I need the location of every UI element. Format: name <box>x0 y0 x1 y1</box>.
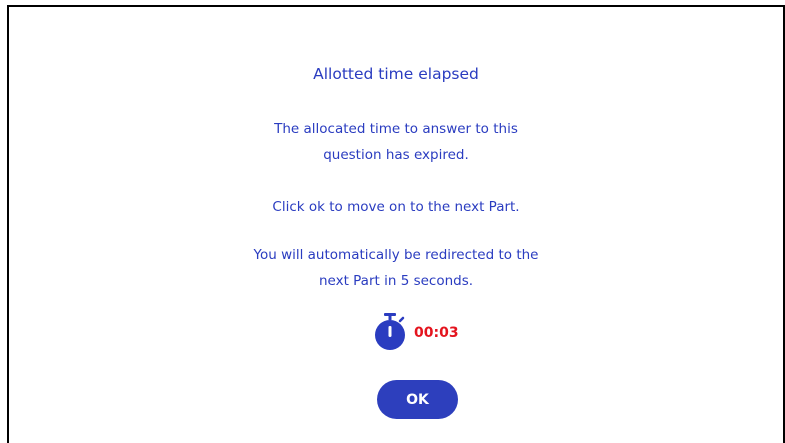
dialog-title: Allotted time elapsed <box>313 65 479 83</box>
expired-message: The allocated time to answer to this que… <box>9 116 783 168</box>
dialog-frame: Allotted time elapsed The allocated time… <box>7 5 785 443</box>
redirect-message-line-1: You will automatically be redirected to … <box>253 247 539 263</box>
redirect-message-line-2: next Part in 5 seconds. <box>318 273 474 289</box>
expired-message-line-1: The allocated time to answer to this <box>274 121 518 137</box>
countdown-timer: 00:03 <box>372 312 459 352</box>
ok-button[interactable]: OK <box>377 380 458 419</box>
redirect-message: You will automatically be redirected to … <box>9 242 783 294</box>
remaining-time: 00:03 <box>414 325 459 341</box>
expired-message-line-2: question has expired. <box>323 147 469 163</box>
instruction-text: Click ok to move on to the next Part. <box>272 199 520 215</box>
stopwatch-icon <box>372 312 410 352</box>
